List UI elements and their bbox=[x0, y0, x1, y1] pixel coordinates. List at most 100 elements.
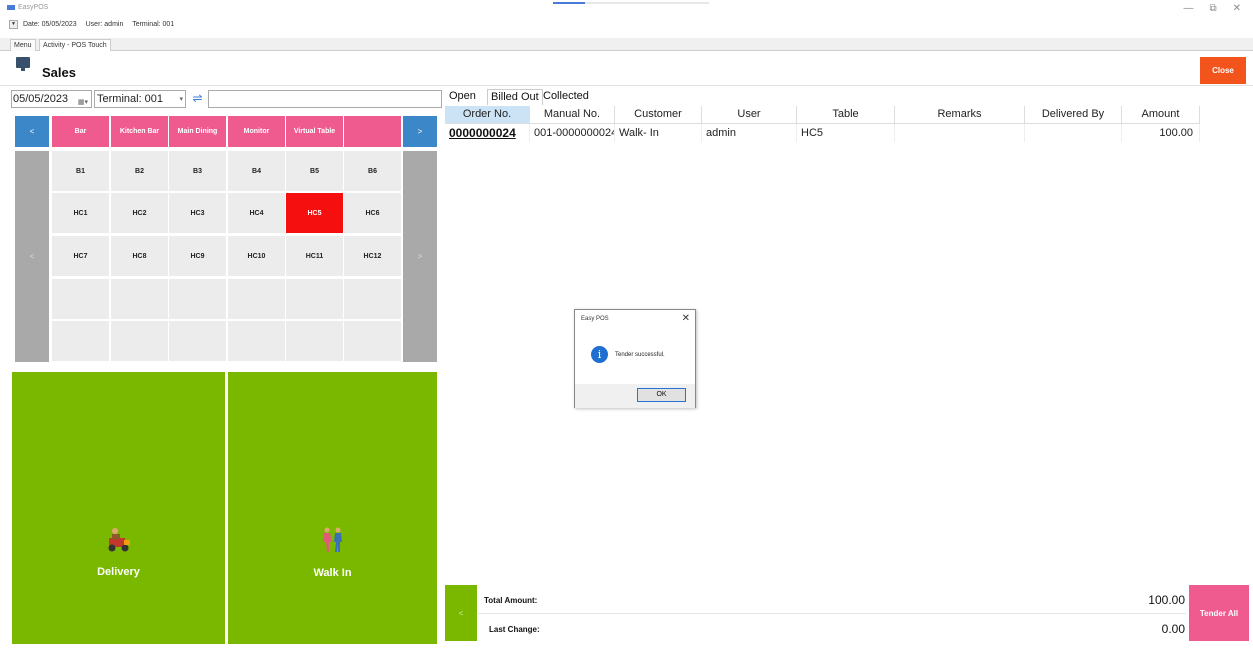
search-input[interactable] bbox=[208, 90, 442, 108]
table-button-hc3[interactable]: HC3 bbox=[169, 193, 226, 233]
table-button-b6[interactable]: B6 bbox=[344, 151, 401, 191]
column-remarks[interactable]: Remarks bbox=[895, 106, 1025, 124]
order-no-link[interactable]: 0000000024 bbox=[445, 124, 530, 142]
delivery-icon bbox=[108, 528, 130, 552]
table-button-b3[interactable]: B3 bbox=[169, 151, 226, 191]
amount-cell: 100.00 bbox=[1122, 124, 1200, 142]
restore-button[interactable]: ⧉ bbox=[1209, 3, 1216, 14]
orders-table-header: Order No. Manual No. Customer User Table… bbox=[445, 106, 1200, 124]
category-next-button[interactable]: > bbox=[403, 116, 437, 147]
table-button-b2[interactable]: B2 bbox=[111, 151, 168, 191]
tables-next-button[interactable]: > bbox=[403, 151, 437, 362]
table-cell: HC5 bbox=[797, 124, 895, 142]
table-button-empty bbox=[286, 279, 343, 319]
tab-menu[interactable]: Menu bbox=[10, 39, 36, 51]
minimize-button[interactable]: — bbox=[1183, 3, 1193, 14]
close-button[interactable]: Close bbox=[1200, 57, 1246, 84]
tab-billed-out[interactable]: Billed Out bbox=[487, 89, 543, 105]
session-user: User: admin bbox=[85, 21, 124, 29]
dropdown-icon[interactable]: ▼ bbox=[9, 20, 18, 29]
walk-in-button[interactable]: Walk In bbox=[228, 372, 437, 644]
table-button-hc1[interactable]: HC1 bbox=[52, 193, 109, 233]
table-button-hc10[interactable]: HC10 bbox=[228, 236, 285, 276]
app-logo-icon bbox=[7, 4, 15, 10]
window-close-button[interactable]: ✕ bbox=[1233, 3, 1241, 14]
table-button-b5[interactable]: B5 bbox=[286, 151, 343, 191]
date-value: 05/05/2023 bbox=[13, 93, 69, 105]
page-header: Sales Close bbox=[0, 52, 1253, 86]
category-kitchen-bar[interactable]: Kitchen Bar bbox=[111, 116, 168, 147]
table-button-hc5[interactable]: HC5 bbox=[286, 193, 343, 233]
table-button-empty bbox=[286, 321, 343, 361]
message-dialog: Easy POS ✕ i Tender successful. OK bbox=[574, 309, 696, 408]
totals-prev-button[interactable]: < bbox=[445, 585, 477, 641]
table-row[interactable]: 0000000024 001-0000000024 Walk- In admin… bbox=[445, 124, 1200, 142]
app-title: EasyPOS bbox=[7, 4, 48, 11]
terminal-select[interactable]: Terminal: 001 ▾ bbox=[94, 90, 186, 108]
loading-bar bbox=[553, 2, 709, 4]
table-button-hc2[interactable]: HC2 bbox=[111, 193, 168, 233]
column-manual-no[interactable]: Manual No. bbox=[530, 106, 615, 124]
calendar-icon[interactable]: ▦▾ bbox=[78, 95, 88, 111]
tables-prev-button[interactable]: < bbox=[15, 151, 49, 362]
delivery-button[interactable]: Delivery bbox=[12, 372, 225, 644]
user-cell: admin bbox=[702, 124, 797, 142]
category-blank[interactable] bbox=[344, 116, 401, 147]
table-button-hc7[interactable]: HC7 bbox=[52, 236, 109, 276]
last-change-value: 0.00 bbox=[1161, 622, 1185, 636]
category-main-dining[interactable]: Main Dining bbox=[169, 116, 226, 147]
column-delivered-by[interactable]: Delivered By bbox=[1025, 106, 1122, 124]
tab-pos-touch[interactable]: Activity - POS Touch bbox=[39, 39, 111, 51]
dialog-footer: OK bbox=[575, 384, 695, 408]
tab-open[interactable]: Open bbox=[446, 89, 479, 105]
chevron-down-icon[interactable]: ▾ bbox=[179, 92, 183, 108]
column-customer[interactable]: Customer bbox=[615, 106, 702, 124]
category-prev-button[interactable]: < bbox=[15, 116, 49, 147]
category-virtual-table[interactable]: Virtual Table bbox=[286, 116, 343, 147]
dialog-message: Tender successful. bbox=[615, 352, 665, 358]
column-user[interactable]: User bbox=[702, 106, 797, 124]
table-button-empty bbox=[228, 321, 285, 361]
table-button-hc6[interactable]: HC6 bbox=[344, 193, 401, 233]
category-monitor[interactable]: Monitor bbox=[228, 116, 285, 147]
table-button-hc9[interactable]: HC9 bbox=[169, 236, 226, 276]
table-button-hc11[interactable]: HC11 bbox=[286, 236, 343, 276]
manual-no-cell: 001-0000000024 bbox=[530, 124, 615, 142]
table-button-empty bbox=[169, 321, 226, 361]
refresh-icon[interactable]: ⇌ bbox=[189, 91, 206, 106]
dialog-title: Easy POS bbox=[581, 316, 609, 322]
tender-all-button[interactable]: Tender All bbox=[1189, 585, 1249, 641]
table-button-empty bbox=[52, 321, 109, 361]
delivered-by-cell bbox=[1025, 124, 1122, 142]
total-amount-value: 100.00 bbox=[1148, 593, 1185, 607]
column-order-no[interactable]: Order No. bbox=[445, 106, 530, 124]
column-amount[interactable]: Amount bbox=[1122, 106, 1200, 124]
table-button-hc8[interactable]: HC8 bbox=[111, 236, 168, 276]
table-button-hc12[interactable]: HC12 bbox=[344, 236, 401, 276]
ok-button[interactable]: OK bbox=[637, 388, 686, 402]
table-button-hc4[interactable]: HC4 bbox=[228, 193, 285, 233]
table-button-empty bbox=[111, 279, 168, 319]
close-icon[interactable]: ✕ bbox=[682, 313, 690, 324]
date-picker[interactable]: 05/05/2023 ▦▾ bbox=[11, 90, 92, 108]
total-amount-label: Total Amount: bbox=[484, 596, 538, 605]
table-button-b4[interactable]: B4 bbox=[228, 151, 285, 191]
table-button-empty bbox=[344, 321, 401, 361]
table-button-empty bbox=[344, 279, 401, 319]
table-button-empty bbox=[52, 279, 109, 319]
last-change-label: Last Change: bbox=[489, 625, 540, 634]
tab-collected[interactable]: Collected bbox=[540, 89, 592, 105]
table-button-b1[interactable]: B1 bbox=[52, 151, 109, 191]
window-titlebar: EasyPOS ▼ Date: 05/05/2023 User: admin T… bbox=[0, 0, 1253, 36]
walk-in-label: Walk In bbox=[313, 567, 352, 579]
table-button-empty bbox=[111, 321, 168, 361]
column-table[interactable]: Table bbox=[797, 106, 895, 124]
category-bar[interactable]: Bar bbox=[52, 116, 109, 147]
session-date: Date: 05/05/2023 bbox=[22, 21, 77, 29]
table-button-empty bbox=[228, 279, 285, 319]
session-info: ▼ Date: 05/05/2023 User: admin Terminal:… bbox=[9, 20, 181, 29]
session-terminal: Terminal: 001 bbox=[132, 21, 175, 29]
document-tabs: Menu Activity - POS Touch bbox=[0, 38, 1253, 51]
delivery-label: Delivery bbox=[97, 566, 140, 578]
terminal-value: Terminal: 001 bbox=[97, 93, 164, 105]
